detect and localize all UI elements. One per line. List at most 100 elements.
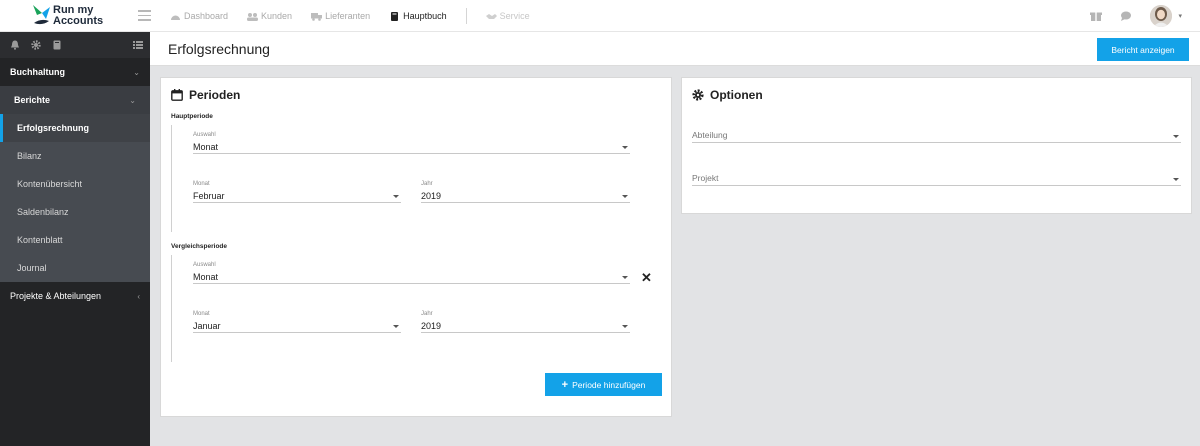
sidebar-group-berichte: Berichte ⌄ Erfolgsrechnung Bilanz Konten… bbox=[0, 86, 150, 282]
periods-card: Perioden Hauptperiode Auswahl Monat Mona… bbox=[160, 77, 672, 417]
truck-icon bbox=[311, 12, 323, 21]
logo-icon bbox=[33, 5, 50, 25]
plus-icon: + bbox=[561, 378, 569, 391]
field-placeholder: Abteilung bbox=[692, 130, 728, 140]
gift-icon[interactable] bbox=[1090, 10, 1103, 22]
compare-selection-field[interactable]: Auswahl Monat bbox=[193, 262, 630, 284]
main-period-label: Hauptperiode bbox=[171, 113, 213, 120]
field-value: 2019 bbox=[421, 191, 442, 201]
sidebar: Buchhaltung ⌄ Berichte ⌄ Erfolgsrechnung… bbox=[0, 32, 150, 446]
options-card-title: Optionen bbox=[692, 88, 763, 102]
main-nav: Dashboard Kunden Lieferanten Hauptbuch S… bbox=[170, 0, 549, 32]
field-value: Monat bbox=[193, 272, 219, 282]
page-title: Erfolgsrechnung bbox=[168, 41, 270, 57]
chevron-left-icon: ‹ bbox=[137, 291, 140, 301]
options-card: Optionen Abteilung Projekt bbox=[681, 77, 1192, 214]
nav-dashboard-label: Dashboard bbox=[184, 11, 229, 21]
nav-hauptbuch[interactable]: Hauptbuch bbox=[389, 11, 447, 21]
sidebar-section-label: Buchhaltung bbox=[10, 67, 65, 77]
field-label: Auswahl bbox=[193, 132, 216, 138]
nav-kunden-label: Kunden bbox=[261, 11, 293, 21]
periods-card-title: Perioden bbox=[171, 88, 240, 102]
field-value: Februar bbox=[193, 191, 225, 201]
handshake-icon bbox=[485, 13, 497, 19]
avatar[interactable] bbox=[1150, 5, 1173, 27]
main-month-field[interactable]: Monat Februar bbox=[193, 181, 401, 203]
sidebar-item-bilanz[interactable]: Bilanz bbox=[0, 142, 150, 170]
dropdown-arrow-icon bbox=[393, 325, 399, 328]
field-value: Januar bbox=[193, 321, 221, 331]
sidebar-projects-label: Projekte & Abteilungen bbox=[10, 291, 102, 301]
dropdown-arrow-icon bbox=[622, 146, 628, 149]
compare-year-field[interactable]: Jahr 2019 bbox=[421, 311, 630, 333]
department-select[interactable]: Abteilung bbox=[692, 121, 1181, 143]
nav-dashboard[interactable]: Dashboard bbox=[170, 11, 228, 21]
remove-period-close-icon[interactable]: ✕ bbox=[641, 271, 652, 284]
nav-divider bbox=[465, 8, 467, 24]
add-period-label: Periode hinzufügen bbox=[572, 379, 646, 390]
users-icon bbox=[247, 12, 259, 21]
main-selection-field[interactable]: Auswahl Monat bbox=[193, 132, 630, 154]
sidebar-item-kontenuebersicht[interactable]: Kontenübersicht bbox=[0, 170, 150, 198]
field-value: Monat bbox=[193, 142, 219, 152]
chat-icon[interactable] bbox=[1120, 10, 1132, 22]
top-right-tools: ▾ bbox=[1090, 0, 1182, 32]
field-label: Monat bbox=[193, 311, 210, 317]
nav-service-label: Service bbox=[499, 11, 530, 21]
dashboard-icon bbox=[171, 15, 180, 20]
sidebar-section-buchhaltung[interactable]: Buchhaltung ⌄ bbox=[0, 58, 150, 86]
brand-logo[interactable]: Run my Accounts bbox=[30, 3, 140, 29]
menu-toggle-icon[interactable] bbox=[138, 10, 151, 21]
main-period-divider bbox=[171, 125, 172, 232]
project-select[interactable]: Projekt bbox=[692, 164, 1181, 186]
nav-kunden[interactable]: Kunden bbox=[247, 11, 292, 21]
dropdown-arrow-icon bbox=[1173, 135, 1179, 138]
brand-line-2: Accounts bbox=[53, 15, 104, 27]
options-title-text: Optionen bbox=[710, 88, 763, 102]
sidebar-group-label: Berichte bbox=[14, 95, 51, 105]
field-label: Jahr bbox=[421, 181, 433, 187]
main-year-field[interactable]: Jahr 2019 bbox=[421, 181, 630, 203]
gear-icon bbox=[692, 89, 704, 101]
compare-period-label: Vergleichsperiode bbox=[171, 243, 227, 250]
chevron-down-icon: ⌄ bbox=[133, 67, 140, 77]
book-icon[interactable] bbox=[52, 40, 62, 50]
nav-hauptbuch-label: Hauptbuch bbox=[403, 11, 447, 21]
compare-period-divider bbox=[171, 255, 172, 362]
top-bar: Run my Accounts Dashboard Kunden Liefera… bbox=[0, 0, 1200, 32]
bell-icon[interactable] bbox=[10, 40, 20, 50]
sidebar-item-journal[interactable]: Journal bbox=[0, 254, 150, 282]
add-period-button[interactable]: + Periode hinzufügen bbox=[545, 373, 662, 396]
chevron-down-icon: ⌄ bbox=[129, 95, 136, 105]
sidebar-item-projekte[interactable]: Projekte & Abteilungen ‹ bbox=[0, 282, 150, 310]
gear-icon[interactable] bbox=[31, 40, 41, 50]
dropdown-arrow-icon bbox=[622, 276, 628, 279]
dropdown-arrow-icon bbox=[622, 195, 628, 198]
list-icon[interactable] bbox=[133, 40, 143, 50]
field-label: Auswahl bbox=[193, 262, 216, 268]
field-label: Jahr bbox=[421, 311, 433, 317]
field-placeholder: Projekt bbox=[692, 173, 719, 183]
periods-title-text: Perioden bbox=[189, 88, 241, 102]
dropdown-arrow-icon bbox=[622, 325, 628, 328]
sidebar-toolbar bbox=[0, 32, 150, 58]
page-header: Erfolgsrechnung Bericht anzeigen bbox=[150, 32, 1200, 66]
show-report-button[interactable]: Bericht anzeigen bbox=[1097, 38, 1189, 61]
nav-lieferanten[interactable]: Lieferanten bbox=[311, 11, 370, 21]
dropdown-arrow-icon bbox=[1173, 178, 1179, 181]
sidebar-item-erfolgsrechnung[interactable]: Erfolgsrechnung bbox=[0, 114, 150, 142]
calendar-icon bbox=[171, 89, 183, 101]
sidebar-group-header[interactable]: Berichte ⌄ bbox=[0, 86, 150, 114]
sidebar-item-saldenbilanz[interactable]: Saldenbilanz bbox=[0, 198, 150, 226]
book-icon bbox=[391, 11, 399, 21]
user-photo-icon bbox=[1150, 5, 1173, 27]
nav-service[interactable]: Service bbox=[485, 11, 530, 21]
field-value: 2019 bbox=[421, 321, 442, 331]
field-label: Monat bbox=[193, 181, 210, 187]
dropdown-arrow-icon bbox=[393, 195, 399, 198]
sidebar-report-list: Erfolgsrechnung Bilanz Kontenübersicht S… bbox=[0, 114, 150, 282]
compare-month-field[interactable]: Monat Januar bbox=[193, 311, 401, 333]
sidebar-item-kontenblatt[interactable]: Kontenblatt bbox=[0, 226, 150, 254]
nav-lieferanten-label: Lieferanten bbox=[325, 11, 371, 21]
avatar-chevron-down-icon[interactable]: ▾ bbox=[1178, 12, 1182, 20]
